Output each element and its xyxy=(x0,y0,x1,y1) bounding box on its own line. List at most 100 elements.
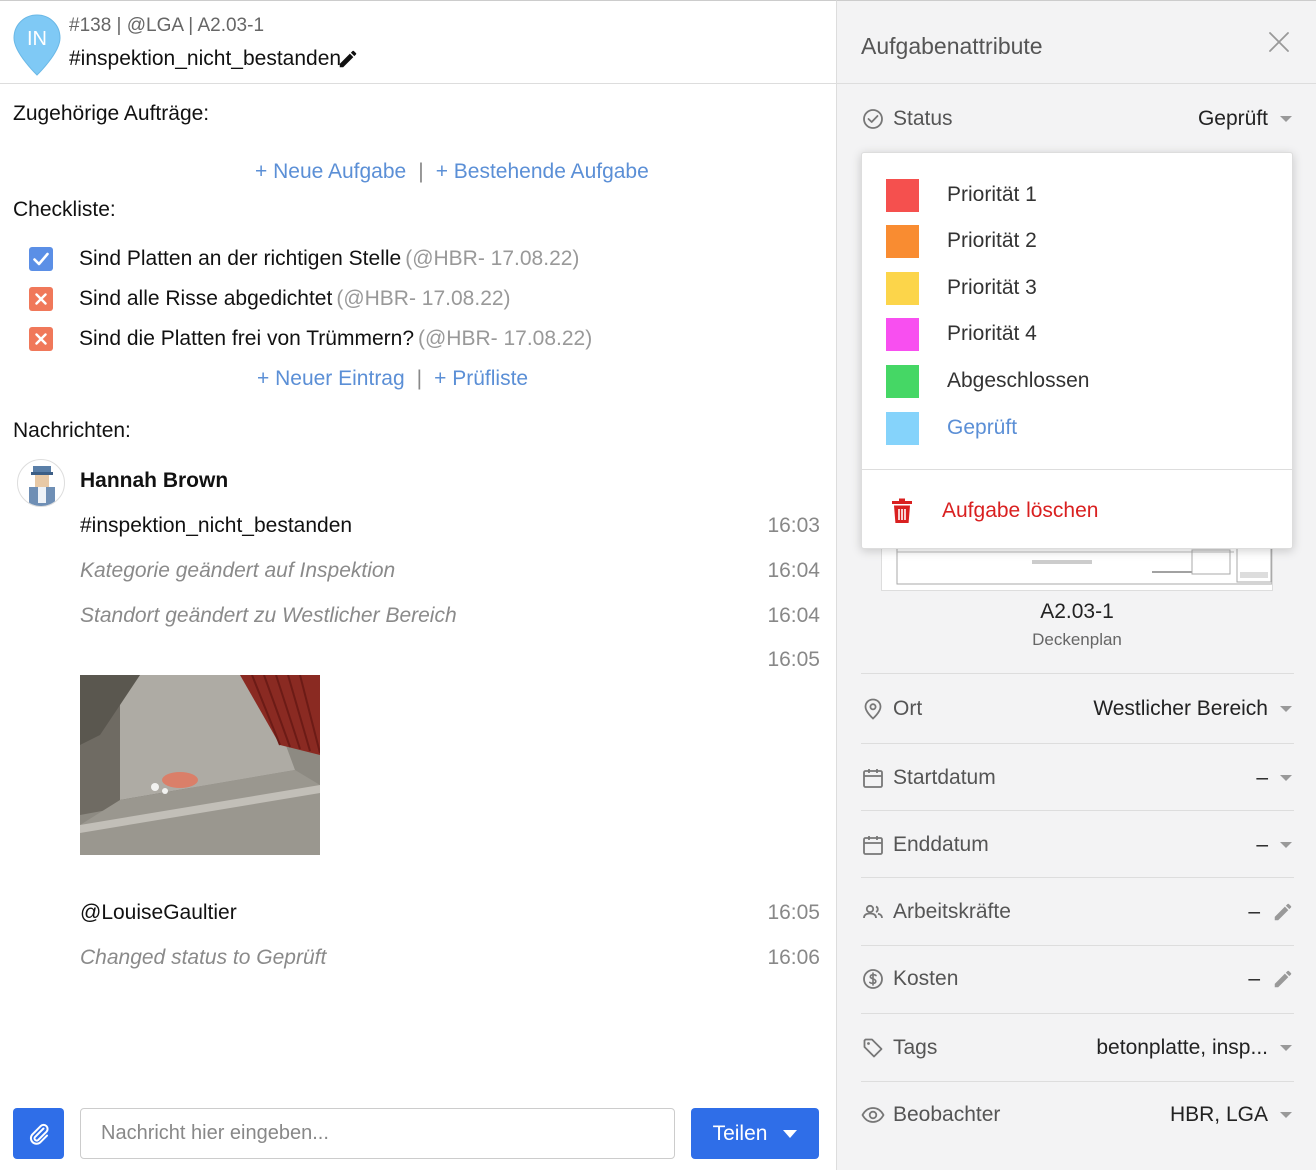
tags-row[interactable]: Tags betonplatte, insp... xyxy=(861,1028,1294,1068)
calendar-icon xyxy=(861,766,885,790)
message-time: 16:05 xyxy=(767,648,820,671)
user-avatar-icon xyxy=(29,466,55,506)
share-button-label: Teilen xyxy=(712,1121,768,1145)
status-option-completed[interactable]: Abgeschlossen xyxy=(886,364,1089,398)
message-item: #inspektion_nicht_bestanden 16:03 xyxy=(80,514,820,538)
menu-divider xyxy=(862,469,1292,470)
watchers-value: HBR, LGA xyxy=(1169,1103,1268,1126)
pencil-icon[interactable] xyxy=(1272,901,1294,923)
caret-down-icon[interactable] xyxy=(1280,706,1292,712)
workers-row: Arbeitskräfte – xyxy=(861,892,1294,932)
task-detail-pane: IN #138 | @LGA | A2.03-1 #inspektion_nic… xyxy=(0,0,836,1170)
end-date-value: – xyxy=(1256,833,1268,856)
status-option-checked[interactable]: Geprüft xyxy=(886,411,1017,445)
task-header: IN #138 | @LGA | A2.03-1 #inspektion_nic… xyxy=(0,1,836,84)
message-input[interactable] xyxy=(80,1108,675,1159)
message-item: Standort geändert zu Westlicher Bereich … xyxy=(80,604,820,628)
new-entry-link[interactable]: + Neuer Eintrag xyxy=(257,367,405,390)
plan-name: A2.03-1 xyxy=(1040,600,1114,623)
message-time: 16:04 xyxy=(767,559,820,582)
message-item: @LouiseGaultier 16:05 xyxy=(80,901,820,925)
share-button[interactable]: Teilen xyxy=(691,1108,819,1159)
status-row[interactable]: Status Geprüft xyxy=(861,99,1294,139)
checklist-item-meta: (@HBR- 17.08.22) xyxy=(336,287,511,310)
checklist-item-meta: (@HBR- 17.08.22) xyxy=(405,247,580,270)
tags-value: betonplatte, insp... xyxy=(1096,1036,1268,1059)
watchers-row[interactable]: Beobachter HBR, LGA xyxy=(861,1095,1294,1135)
checklist-template-link[interactable]: + Prüfliste xyxy=(434,367,528,390)
message-item: Changed status to Geprüft 16:06 xyxy=(80,946,820,970)
status-option-label: Abgeschlossen xyxy=(947,369,1090,392)
caret-down-icon[interactable] xyxy=(1280,775,1292,781)
trash-icon xyxy=(892,498,912,523)
checkmark-icon xyxy=(33,252,49,266)
end-date-row[interactable]: Enddatum – xyxy=(861,825,1294,865)
message-time: 16:06 xyxy=(767,946,820,969)
existing-task-link[interactable]: + Bestehende Aufgabe xyxy=(436,160,649,183)
checklist-item-text: Sind die Platten frei von Trümmern? xyxy=(79,327,414,350)
status-option-label: Priorität 3 xyxy=(947,276,1037,299)
message-time: 16:05 xyxy=(767,901,820,924)
color-swatch xyxy=(886,178,919,212)
floor-plan-drawing xyxy=(896,542,1272,585)
message-photo[interactable] xyxy=(80,675,320,855)
costs-label: Kosten xyxy=(893,967,959,990)
location-row[interactable]: Ort Westlicher Bereich xyxy=(861,689,1294,729)
caret-down-icon xyxy=(783,1129,798,1138)
checkbox-checked[interactable] xyxy=(29,247,53,271)
caret-down-icon[interactable] xyxy=(1280,1045,1292,1051)
divider xyxy=(861,877,1294,878)
status-option-priority-4[interactable]: Priorität 4 xyxy=(886,317,1037,351)
checkbox-failed[interactable] xyxy=(29,327,53,351)
divider xyxy=(861,1013,1294,1014)
status-option-label: Priorität 4 xyxy=(947,322,1037,345)
message-time: 16:03 xyxy=(767,514,820,537)
link-separator: | xyxy=(418,160,424,183)
color-swatch xyxy=(886,411,919,445)
pencil-icon[interactable] xyxy=(1272,968,1294,990)
tags-label: Tags xyxy=(893,1036,938,1059)
checkbox-failed[interactable] xyxy=(29,287,53,311)
pencil-icon[interactable] xyxy=(337,48,359,70)
cross-icon xyxy=(35,333,47,345)
related-orders-links: + Neue Aufgabe | + Bestehende Aufgabe xyxy=(255,160,649,184)
divider xyxy=(861,945,1294,946)
checklist-links: + Neuer Eintrag | + Prüfliste xyxy=(257,367,528,391)
divider xyxy=(861,810,1294,811)
delete-task-label: Aufgabe löschen xyxy=(942,499,1099,522)
caret-down-icon[interactable] xyxy=(1280,842,1292,848)
divider xyxy=(861,1081,1294,1082)
caret-down-icon[interactable] xyxy=(1280,116,1292,122)
people-icon xyxy=(861,900,885,924)
link-separator: | xyxy=(416,367,423,390)
status-option-priority-3[interactable]: Priorität 3 xyxy=(886,271,1037,305)
dollar-circle-icon xyxy=(861,967,885,991)
end-date-label: Enddatum xyxy=(893,833,989,856)
watchers-label: Beobachter xyxy=(893,1103,1001,1126)
new-task-link[interactable]: + Neue Aufgabe xyxy=(255,160,406,183)
start-date-row[interactable]: Startdatum – xyxy=(861,758,1294,798)
status-option-label: Priorität 2 xyxy=(947,229,1037,252)
checklist-label: Checkliste: xyxy=(13,198,116,221)
message-author: Hannah Brown xyxy=(80,469,229,492)
pin-initials: IN xyxy=(27,28,47,50)
message-text: Standort geändert zu Westlicher Bereich xyxy=(80,604,457,627)
status-value: Geprüft xyxy=(1197,107,1268,130)
status-option-priority-2[interactable]: Priorität 2 xyxy=(886,224,1037,258)
checklist-item: Sind alle Risse abgedichtet (@HBR- 17.08… xyxy=(29,286,511,312)
message-time: 16:04 xyxy=(767,604,820,627)
divider xyxy=(861,743,1294,744)
delete-task-item[interactable]: Aufgabe löschen xyxy=(890,494,1098,528)
sidebar-title: Aufgabenattribute xyxy=(861,33,1043,59)
task-meta: #138 | @LGA | A2.03-1 xyxy=(69,15,265,36)
related-orders-label: Zugehörige Aufträge: xyxy=(13,102,210,125)
caret-down-icon[interactable] xyxy=(1280,1112,1292,1118)
status-option-priority-1[interactable]: Priorität 1 xyxy=(886,178,1037,212)
attach-button[interactable] xyxy=(13,1108,64,1159)
check-circle-icon xyxy=(861,107,885,131)
message-text: @LouiseGaultier xyxy=(80,901,237,924)
checklist-item: Sind Platten an der richtigen Stelle (@H… xyxy=(29,246,579,272)
close-icon[interactable] xyxy=(1267,30,1291,54)
workers-value: – xyxy=(1248,900,1260,923)
start-date-label: Startdatum xyxy=(893,766,996,789)
